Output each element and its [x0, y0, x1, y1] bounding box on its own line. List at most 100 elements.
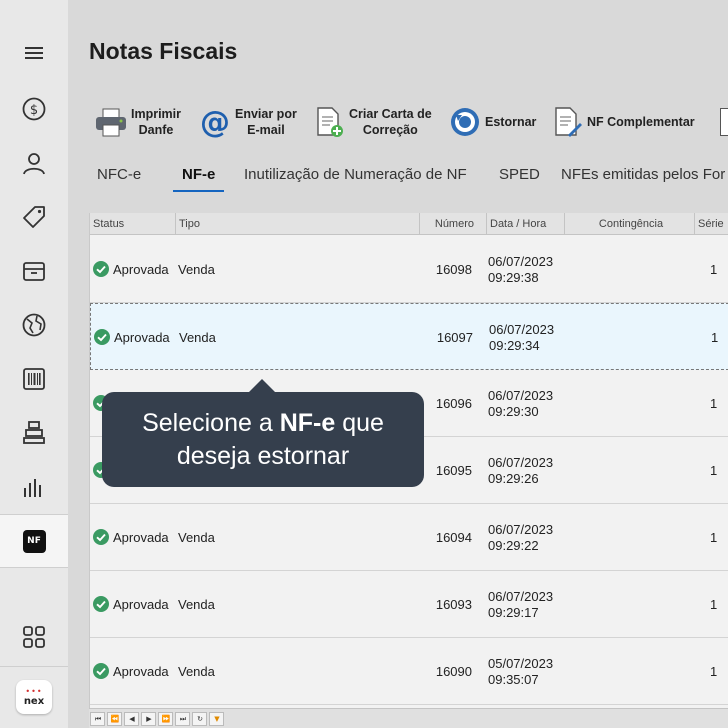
- cell-serie: 1: [710, 396, 718, 411]
- check-circle-icon: [93, 261, 109, 277]
- table-row[interactable]: Aprovada Venda 16097 06/07/2023 09:29:34 1: [90, 303, 728, 370]
- tab-nfes-fornecedores[interactable]: NFEs emitidas pelos For: [561, 166, 725, 183]
- user-icon[interactable]: [0, 143, 68, 183]
- tooltip-line2: deseja estornar: [176, 442, 350, 470]
- send-email-button[interactable]: @ Enviar por E-mail: [198, 102, 297, 142]
- box-icon[interactable]: [0, 251, 68, 291]
- tag-icon[interactable]: [0, 197, 68, 237]
- next-page-button[interactable]: ⏩: [158, 712, 173, 726]
- refresh-button[interactable]: ↻: [192, 712, 207, 726]
- header-data[interactable]: Data / Hora: [487, 213, 565, 235]
- header-status[interactable]: Status: [90, 213, 176, 235]
- logo-dots: •••: [25, 686, 43, 696]
- grid-icon[interactable]: [0, 617, 68, 657]
- tab-inutilizacao[interactable]: Inutilização de Numeração de NF: [244, 166, 467, 183]
- table-header: Status Tipo Número Data / Hora Contingên…: [90, 213, 728, 235]
- header-serie[interactable]: Série: [695, 213, 728, 235]
- cell-serie: 1: [710, 463, 718, 478]
- menu-icon[interactable]: [0, 33, 68, 73]
- print-danfe-button[interactable]: Imprimir Danfe: [94, 102, 181, 142]
- cell-datahora: 06/07/2023 09:29:30: [488, 370, 553, 437]
- table-row[interactable]: Aprovada Venda 16090 05/07/2023 09:35:07 1: [90, 638, 728, 705]
- svg-text:@: @: [200, 105, 230, 139]
- header-contingencia[interactable]: Contingência: [565, 213, 695, 235]
- cell-serie: 1: [710, 597, 718, 612]
- prior-page-button[interactable]: ⏪: [107, 712, 122, 726]
- check-circle-icon: [93, 529, 109, 545]
- cell-numero: 16098: [435, 262, 472, 277]
- complementar-label: NF Complementar: [587, 115, 695, 129]
- check-circle-icon: [93, 596, 109, 612]
- next-record-button[interactable]: ▶: [141, 712, 156, 726]
- cell-numero: 16093: [435, 597, 472, 612]
- cell-time: 09:29:22: [488, 537, 539, 553]
- cell-serie: 1: [711, 330, 719, 345]
- document-add-icon: [312, 105, 346, 139]
- first-record-button[interactable]: ⏮: [90, 712, 105, 726]
- cell-date: 06/07/2023: [488, 454, 554, 470]
- cell-tipo: Venda: [178, 597, 215, 612]
- last-record-button[interactable]: ⏭: [175, 712, 190, 726]
- sidebar-divider: [0, 666, 68, 667]
- table-row[interactable]: Aprovada Venda 16093 06/07/2023 09:29:17 1: [90, 571, 728, 638]
- cell-date: 05/07/2023: [488, 655, 554, 671]
- correction-letter-button[interactable]: Criar Carta de Correção: [312, 102, 432, 142]
- cell-numero: 16096: [435, 396, 472, 411]
- register-icon[interactable]: [0, 413, 68, 453]
- chart-icon[interactable]: [0, 467, 68, 507]
- nf-icon: NF: [22, 529, 46, 553]
- cell-datahora: 06/07/2023 09:29:34: [489, 304, 554, 371]
- prior-record-button[interactable]: ◀: [124, 712, 139, 726]
- printer-icon: [94, 105, 128, 139]
- sidebar: $ NF ••• nex: [0, 0, 68, 728]
- tooltip-suffix: que: [335, 409, 384, 437]
- tooltip-arrow: [248, 379, 276, 393]
- cell-datahora: 06/07/2023 09:29:26: [488, 437, 553, 504]
- sidebar-item-nf[interactable]: NF: [0, 514, 68, 568]
- estornar-label: Estornar: [485, 115, 537, 129]
- cell-serie: 1: [710, 530, 718, 545]
- cell-date: 06/07/2023: [488, 521, 554, 537]
- document-pen-icon: [550, 105, 584, 139]
- cell-time: 09:35:07: [488, 671, 539, 687]
- at-sign-icon: @: [198, 105, 232, 139]
- filter-button[interactable]: ▼: [209, 712, 224, 726]
- cell-status: Aprovada: [113, 262, 169, 277]
- cell-date: 06/07/2023: [488, 253, 554, 269]
- check-circle-icon: [93, 663, 109, 679]
- barcode-icon[interactable]: [0, 359, 68, 399]
- tab-nfce[interactable]: NFC-e: [97, 166, 141, 183]
- cell-time: 09:29:34: [489, 337, 540, 353]
- estornar-button[interactable]: Estornar: [448, 102, 536, 142]
- page-title: Notas Fiscais: [89, 38, 238, 64]
- active-tab-indicator: [173, 190, 224, 192]
- logo-text: nex: [23, 695, 45, 707]
- cell-tipo: Venda: [179, 330, 216, 345]
- table-row[interactable]: Aprovada Venda 16094 06/07/2023 09:29:22 1: [90, 504, 728, 571]
- print-label-1: Imprimir: [131, 107, 182, 121]
- more-toolbar-icon[interactable]: [720, 108, 728, 136]
- header-tipo[interactable]: Tipo: [176, 213, 420, 235]
- nex-logo[interactable]: ••• nex: [16, 680, 52, 714]
- carta-label-2: Correção: [362, 123, 418, 137]
- nf-complementar-button[interactable]: NF Complementar: [550, 102, 695, 142]
- check-circle-icon: [94, 329, 110, 345]
- table-row[interactable]: Aprovada Venda 16098 06/07/2023 09:29:38 1: [90, 236, 728, 303]
- cell-numero: 16097: [436, 330, 473, 345]
- tooltip-prefix: Selecione a: [142, 409, 280, 437]
- cell-date: 06/07/2023: [488, 387, 554, 403]
- tutorial-tooltip: Selecione a NF-e que deseja estornar: [102, 392, 424, 487]
- carta-label-1: Criar Carta de: [349, 107, 432, 121]
- cell-datahora: 05/07/2023 09:35:07: [488, 638, 553, 705]
- header-numero[interactable]: Número: [420, 213, 487, 235]
- cell-time: 09:29:26: [488, 470, 539, 486]
- globe-icon[interactable]: [0, 305, 68, 345]
- tab-sped[interactable]: SPED: [499, 166, 540, 183]
- cell-tipo: Venda: [178, 262, 215, 277]
- tooltip-bold: NF-e: [279, 409, 336, 437]
- tab-nfe[interactable]: NF-e: [182, 166, 215, 183]
- cell-serie: 1: [710, 664, 718, 679]
- cell-status: Aprovada: [113, 597, 169, 612]
- dollar-icon[interactable]: $: [0, 89, 68, 129]
- send-label-1: Enviar por: [235, 107, 297, 121]
